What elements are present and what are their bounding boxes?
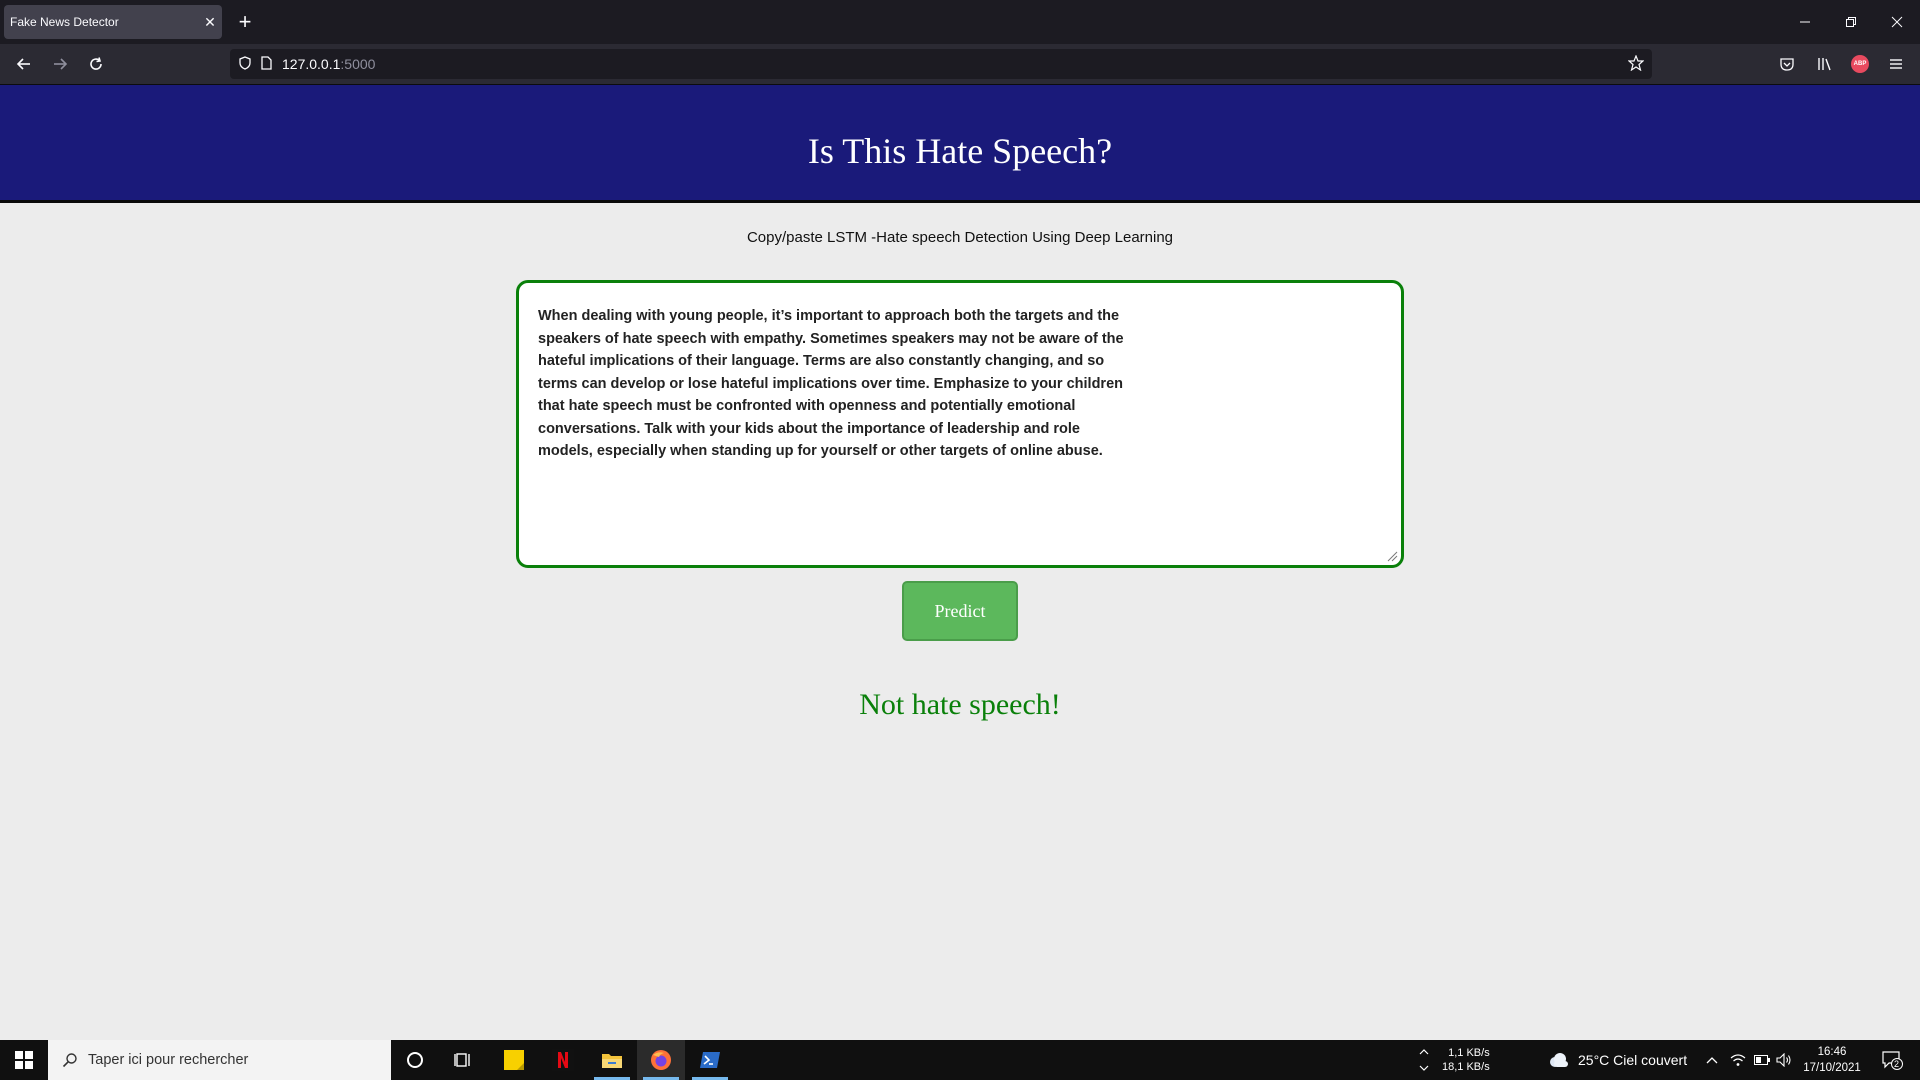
hamburger-menu-icon[interactable] [1882,50,1910,78]
forward-button[interactable] [44,50,76,78]
sticky-notes-icon [504,1050,524,1070]
net-upload-speed: 1,1 KB/s [1448,1047,1490,1059]
notification-icon [1882,1051,1903,1070]
chevron-up-icon [1706,1057,1718,1064]
resize-grip-icon[interactable] [1386,550,1398,562]
page-title: Is This Hate Speech? [807,131,1113,171]
reload-icon [90,57,102,70]
page-subtitle: Copy/paste LSTM -Hate speech Detection U… [746,229,1174,246]
netflix-icon [552,1049,574,1071]
weather-widget[interactable]: 25°C Ciel couvert [1548,1040,1687,1080]
adblock-plus-icon[interactable]: ABP [1846,50,1874,78]
pocket-icon[interactable] [1773,50,1801,78]
wifi-button[interactable] [1730,1040,1746,1080]
task-view-icon [454,1053,470,1067]
tab-close-icon[interactable]: ✕ [198,14,222,31]
restore-icon [1846,17,1856,27]
text-input-area[interactable]: When dealing with young people, it’s imp… [516,280,1404,568]
clock[interactable]: 16:46 17/10/2021 [1800,1040,1864,1080]
restore-button[interactable] [1828,0,1874,44]
minimize-button[interactable] [1782,0,1828,44]
speaker-icon [1776,1053,1791,1067]
battery-icon [1754,1055,1770,1065]
up-down-arrows-icon [1419,1049,1429,1071]
cloud-icon [1550,1053,1568,1067]
network-speed-widget[interactable]: 1,1 KB/s 18,1 KB/s [1418,1040,1490,1080]
clock-time: 16:46 [1817,1046,1847,1058]
prediction-result: Not hate speech! [859,688,1061,721]
powershell-app[interactable] [686,1040,734,1080]
cortana-circle-icon [407,1052,423,1068]
weather-text: 25°C Ciel couvert [1578,1052,1688,1068]
input-text[interactable]: When dealing with young people, it’s imp… [538,305,1138,463]
firefox-app[interactable] [637,1040,685,1080]
firefox-icon [651,1050,671,1070]
sticky-notes-app[interactable] [490,1040,538,1080]
wifi-icon [1730,1054,1746,1066]
powershell-icon [700,1052,720,1068]
taskbar-search-input[interactable]: Taper ici pour rechercher [48,1040,391,1080]
clock-date: 17/10/2021 [1803,1062,1861,1074]
file-explorer-app[interactable] [588,1040,636,1080]
start-button[interactable] [0,1040,48,1080]
minimize-icon [1800,21,1810,23]
search-placeholder: Taper ici pour rechercher [88,1052,249,1068]
shield-icon [238,55,252,73]
page-icon [260,55,274,73]
back-button[interactable] [8,50,40,78]
net-download-speed: 18,1 KB/s [1442,1061,1490,1073]
notification-count: 2 [1894,1059,1900,1069]
back-arrow-icon [16,58,30,70]
volume-button[interactable] [1776,1040,1792,1080]
predict-button[interactable]: Predict [902,581,1018,641]
browser-navbar: 127.0.0.1:5000 ABP [0,44,1920,85]
task-view-button[interactable] [439,1040,487,1080]
bookmark-star-icon[interactable] [1627,54,1645,74]
folder-icon [602,1054,622,1068]
browser-tab-strip: Fake News Detector ✕ + [0,0,1920,44]
tab-title: Fake News Detector [10,15,119,29]
taskbar: Taper ici pour rechercher 1,1 KB/s 18,1 … [0,1040,1920,1080]
windows-logo-icon [15,1051,33,1069]
close-icon [1891,16,1903,28]
search-icon [62,1053,77,1068]
address-bar[interactable]: 127.0.0.1:5000 [230,49,1652,79]
page-header: Is This Hate Speech? [0,85,1920,203]
show-hidden-icons-button[interactable] [1706,1040,1718,1080]
reload-button[interactable] [80,50,112,78]
close-window-button[interactable] [1874,0,1920,44]
cortana-button[interactable] [391,1040,439,1080]
new-tab-button[interactable]: + [232,9,258,35]
notifications-button[interactable]: 2 [1872,1040,1912,1080]
library-icon[interactable] [1810,50,1838,78]
battery-button[interactable] [1754,1040,1770,1080]
browser-tab[interactable]: Fake News Detector ✕ [4,5,222,39]
url-text: 127.0.0.1:5000 [282,56,376,72]
netflix-app[interactable] [539,1040,587,1080]
forward-arrow-icon [54,58,68,70]
